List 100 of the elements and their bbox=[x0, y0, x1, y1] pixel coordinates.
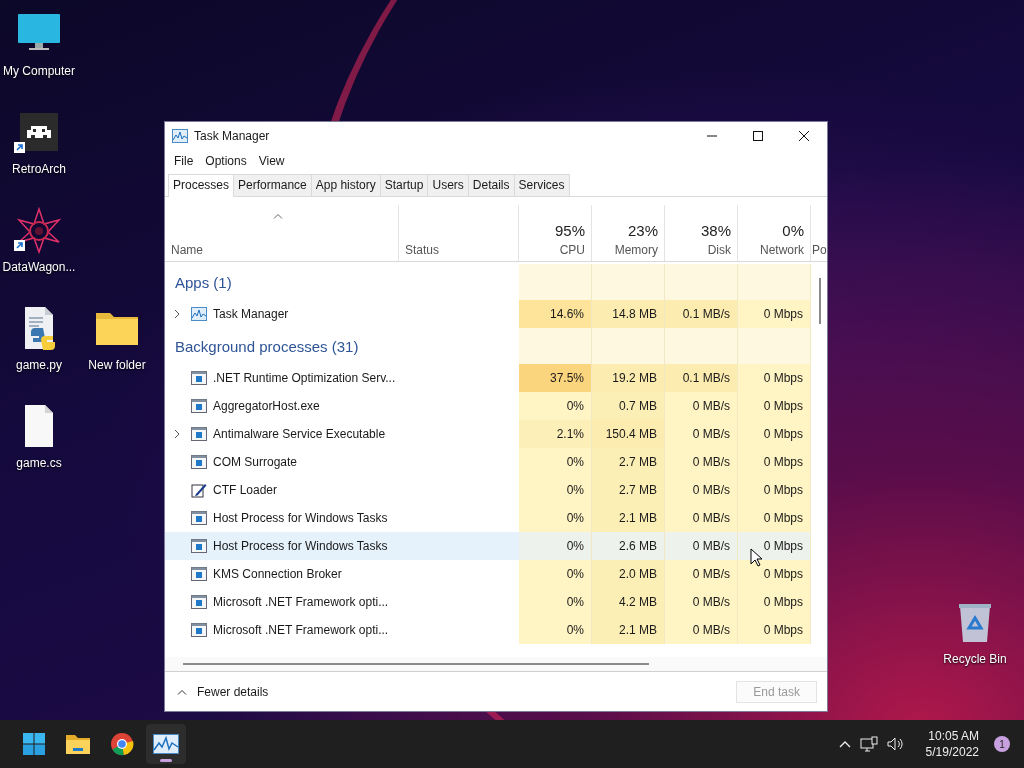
expand-chevron-icon[interactable] bbox=[174, 309, 180, 319]
network-icon[interactable] bbox=[859, 736, 878, 752]
scrollbar-thumb[interactable] bbox=[183, 663, 649, 665]
table-cell: 0 Mbps bbox=[738, 560, 811, 588]
process-name: Host Process for Windows Tasks bbox=[213, 539, 388, 553]
column-header[interactable]: Po bbox=[812, 243, 827, 257]
fewer-details-link[interactable]: Fewer details bbox=[197, 684, 269, 699]
table-cell: 0% bbox=[519, 588, 592, 616]
process-name: .NET Runtime Optimization Serv... bbox=[213, 371, 396, 385]
desktop-icon-label[interactable]: RetroArch bbox=[12, 162, 66, 176]
tab[interactable]: App history bbox=[310, 174, 381, 196]
start-icon[interactable] bbox=[22, 732, 46, 756]
table-cell: 0% bbox=[519, 616, 592, 644]
column-usage-percent: 95% bbox=[554, 222, 585, 239]
chart-icon bbox=[172, 129, 188, 143]
table-cell: 0 Mbps bbox=[738, 364, 811, 392]
process-row[interactable]: Task Manager bbox=[165, 300, 519, 328]
window-icon bbox=[191, 455, 207, 469]
desktop-icon-label[interactable]: game.py bbox=[16, 358, 62, 372]
taskbar-app[interactable] bbox=[146, 724, 186, 764]
scrollbar-thumb[interactable] bbox=[819, 278, 821, 324]
chart-icon bbox=[191, 307, 207, 321]
table-cell: 0 MB/s bbox=[665, 504, 738, 532]
tab[interactable]: Processes bbox=[168, 174, 235, 197]
table-cell: 0% bbox=[519, 476, 592, 504]
table-cell: 0% bbox=[519, 392, 592, 420]
group-heading: Background processes (31) bbox=[175, 337, 359, 355]
table-cell: 0 MB/s bbox=[665, 476, 738, 504]
process-row[interactable]: Microsoft .NET Framework opti... bbox=[165, 588, 519, 616]
table-cell: 14.6% bbox=[519, 300, 592, 328]
window-icon bbox=[191, 399, 207, 413]
table-cell: 0 MB/s bbox=[665, 420, 738, 448]
tab[interactable]: Performance bbox=[233, 174, 312, 196]
table-cell: 2.1 MB bbox=[592, 504, 665, 532]
notification-badge[interactable]: 1 bbox=[994, 736, 1010, 752]
table-cell: 0.1 MB/s bbox=[665, 364, 738, 392]
table-cell: 0 Mbps bbox=[738, 476, 811, 504]
table-cell: 0 Mbps bbox=[738, 616, 811, 644]
star-pattern-icon[interactable] bbox=[15, 206, 63, 254]
clock-time[interactable]: 10:05 AM bbox=[928, 728, 979, 744]
window-icon bbox=[191, 511, 207, 525]
chart-icon[interactable] bbox=[153, 734, 179, 754]
desktop-icon-label[interactable]: My Computer bbox=[3, 64, 75, 78]
menu-item[interactable]: View bbox=[253, 154, 290, 168]
table-cell: 2.7 MB bbox=[592, 476, 665, 504]
process-row[interactable]: CTF Loader bbox=[165, 476, 519, 504]
desktop-icon-label[interactable]: Recycle Bin bbox=[943, 652, 1007, 666]
table-cell: 19.2 MB bbox=[592, 364, 665, 392]
column-usage-percent: 0% bbox=[782, 222, 804, 239]
table-cell: 0% bbox=[519, 532, 592, 560]
column-header[interactable]: Name bbox=[171, 243, 203, 257]
tab[interactable]: Services bbox=[513, 174, 570, 196]
desktop-icon-label[interactable]: New folder bbox=[88, 358, 146, 372]
folder-icon[interactable] bbox=[65, 733, 91, 755]
table-cell: 0 MB/s bbox=[665, 588, 738, 616]
column-usage-percent: 23% bbox=[627, 222, 658, 239]
desktop-icon-label[interactable]: DataWagon... bbox=[2, 260, 76, 274]
clock-date[interactable]: 5/19/2022 bbox=[925, 744, 979, 760]
menu-item[interactable]: File bbox=[169, 154, 199, 168]
table-cell: 0 Mbps bbox=[738, 532, 811, 560]
process-row[interactable]: .NET Runtime Optimization Serv... bbox=[165, 364, 519, 392]
table-cell: 0 MB/s bbox=[665, 392, 738, 420]
table-cell: 0.1 MB/s bbox=[665, 300, 738, 328]
volume-icon[interactable] bbox=[886, 736, 905, 752]
close-icon[interactable] bbox=[798, 130, 810, 142]
table-cell: 4.2 MB bbox=[592, 588, 665, 616]
table-cell: 2.1 MB bbox=[592, 616, 665, 644]
process-row[interactable]: Antimalware Service Executable bbox=[165, 420, 519, 448]
column-header[interactable]: CPU bbox=[559, 243, 585, 257]
process-row[interactable]: KMS Connection Broker bbox=[165, 560, 519, 588]
process-row[interactable]: AggregatorHost.exe bbox=[165, 392, 519, 420]
window-icon bbox=[191, 567, 207, 581]
table-cell: 0% bbox=[519, 504, 592, 532]
maximize-icon[interactable] bbox=[752, 130, 764, 142]
table-cell: 0 MB/s bbox=[665, 560, 738, 588]
process-row[interactable]: COM Surrogate bbox=[165, 448, 519, 476]
column-header[interactable]: Memory bbox=[614, 243, 658, 257]
process-row[interactable]: Host Process for Windows Tasks bbox=[165, 504, 519, 532]
column-header[interactable]: Status bbox=[405, 243, 440, 257]
process-row[interactable]: Microsoft .NET Framework opti... bbox=[165, 616, 519, 644]
menu-item[interactable]: Options bbox=[200, 154, 252, 168]
process-name: Host Process for Windows Tasks bbox=[213, 511, 388, 525]
table-cell: 2.0 MB bbox=[592, 560, 665, 588]
process-name: Antimalware Service Executable bbox=[213, 427, 386, 441]
column-header[interactable]: Disk bbox=[707, 243, 731, 257]
tab[interactable]: Details bbox=[467, 174, 515, 196]
table-cell: 0 Mbps bbox=[738, 588, 811, 616]
process-name: AggregatorHost.exe bbox=[213, 399, 320, 413]
tab[interactable]: Startup bbox=[379, 174, 429, 196]
table-cell: 14.8 MB bbox=[592, 300, 665, 328]
column-header[interactable]: Network bbox=[760, 243, 804, 257]
tab[interactable]: Users bbox=[427, 174, 469, 196]
browser-icon[interactable] bbox=[110, 732, 134, 756]
table-cell: 2.1% bbox=[519, 420, 592, 448]
table-cell: 37.5% bbox=[519, 364, 592, 392]
desktop-icon-label[interactable]: game.cs bbox=[16, 456, 62, 470]
window-icon bbox=[191, 595, 207, 609]
table-cell: 0 Mbps bbox=[738, 300, 811, 328]
expand-chevron-icon[interactable] bbox=[174, 429, 180, 439]
process-row[interactable]: Host Process for Windows Tasks bbox=[165, 532, 519, 560]
